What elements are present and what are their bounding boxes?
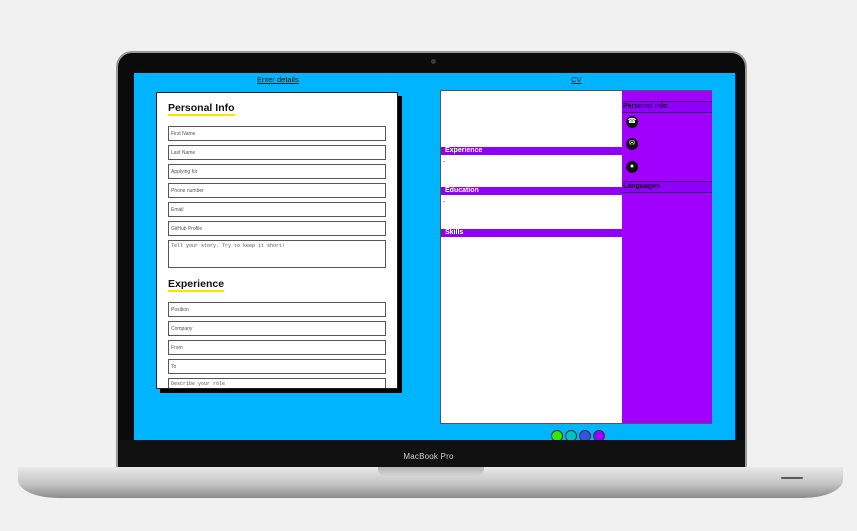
details-form: Personal Info First Name Last Name Apply…: [156, 92, 398, 389]
cv-sidebar: Personal Info ☎ ✉ ● Languages: [622, 91, 712, 423]
theme-color-picker: [551, 430, 605, 440]
cv-experience-content: -: [443, 159, 445, 165]
email-input[interactable]: Email: [168, 202, 386, 217]
github-input[interactable]: GitHub Profile: [168, 221, 386, 236]
personal-info-heading: Personal Info: [168, 102, 235, 116]
first-name-input[interactable]: First Name: [168, 126, 386, 141]
phone-input[interactable]: Phone number: [168, 183, 386, 198]
nav-cv[interactable]: CV: [571, 75, 581, 85]
theme-dot-purple[interactable]: [593, 430, 605, 440]
cv-experience-heading: Experience: [441, 147, 622, 155]
company-input[interactable]: Company: [168, 321, 386, 336]
theme-dot-teal[interactable]: [565, 430, 577, 440]
device-label: MacBook Pro: [403, 452, 454, 461]
phone-icon: ☎: [626, 116, 638, 128]
laptop-notch: [378, 467, 484, 477]
applying-for-input[interactable]: Applying for: [168, 164, 386, 179]
last-name-input[interactable]: Last Name: [168, 145, 386, 160]
experience-heading: Experience: [168, 278, 225, 292]
cv-sidebar-languages-heading: Languages: [622, 181, 712, 193]
position-input[interactable]: Position: [168, 302, 386, 317]
camera: [431, 59, 436, 64]
nav-enter-details[interactable]: Enter details: [257, 75, 299, 85]
github-icon: ●: [626, 161, 638, 173]
from-input[interactable]: From: [168, 340, 386, 355]
cv-main-column: Experience - Education - Skills: [441, 91, 622, 423]
cv-education-content: -: [443, 199, 445, 205]
app-screen: Enter details CV Personal Info First Nam…: [134, 73, 735, 440]
cv-education-heading: Education: [441, 187, 622, 195]
theme-dot-blue[interactable]: [579, 430, 591, 440]
laptop-slot: [781, 477, 803, 479]
story-textarea[interactable]: Tell your story. Try to keep it short!: [168, 240, 386, 268]
cv-skills-heading: Skills: [441, 229, 622, 237]
email-icon: ✉: [626, 138, 638, 150]
cv-sidebar-personal-heading: Personal Info: [622, 101, 712, 113]
cv-preview: Experience - Education - Skills Personal…: [440, 90, 712, 424]
to-input[interactable]: To: [168, 359, 386, 374]
role-textarea[interactable]: Describe your role: [168, 378, 386, 388]
theme-dot-green[interactable]: [551, 430, 563, 440]
